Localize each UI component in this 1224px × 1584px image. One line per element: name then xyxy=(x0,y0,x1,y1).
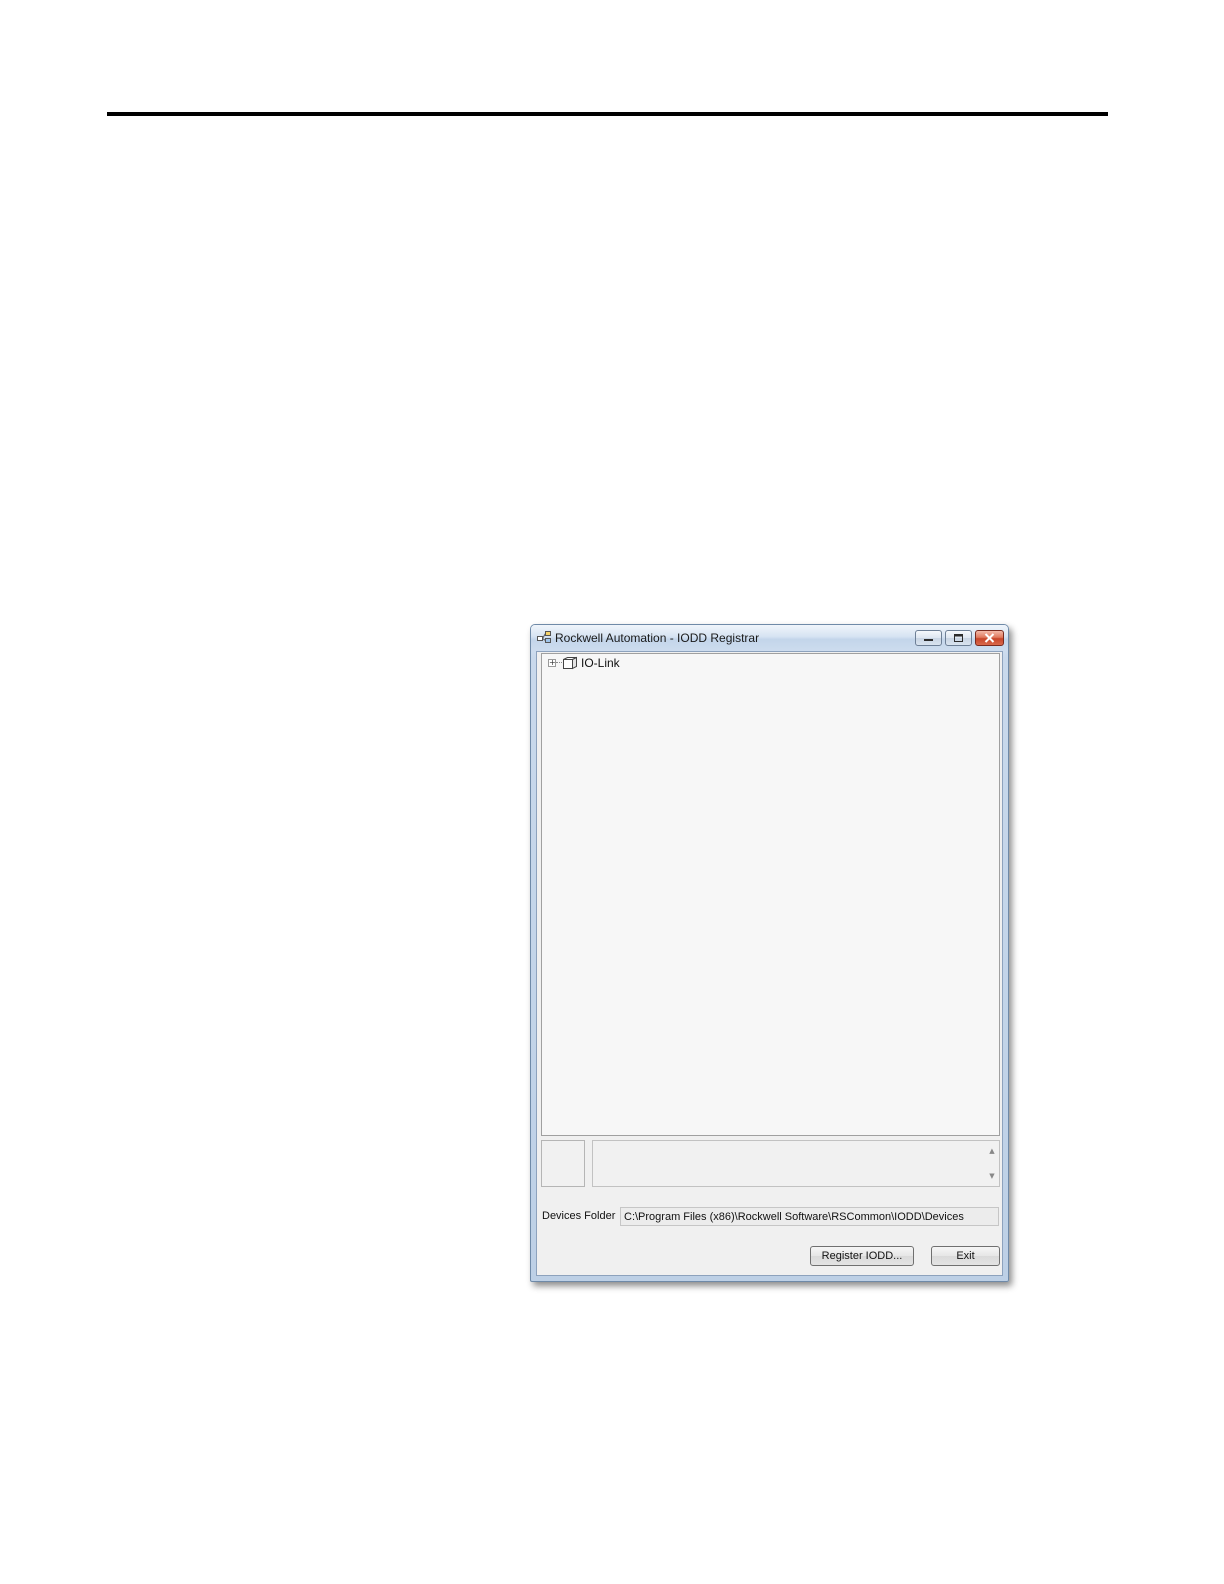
devices-folder-label: Devices Folder xyxy=(542,1210,616,1222)
scroll-up-arrow-icon[interactable]: ▲ xyxy=(988,1147,996,1155)
iodd-registrar-window: Rockwell Automation - IODD Registrar + I… xyxy=(530,624,1009,1282)
minimize-icon xyxy=(924,639,933,641)
device-description-box[interactable]: ▲ ▼ xyxy=(592,1140,1000,1187)
window-client-area: + IO-Link ▲ ▼ Devices Folder C:\Program … xyxy=(536,651,1003,1276)
window-title: Rockwell Automation - IODD Registrar xyxy=(555,631,760,645)
maximize-button[interactable] xyxy=(945,630,972,646)
scroll-down-arrow-icon[interactable]: ▼ xyxy=(988,1172,996,1180)
minimize-button[interactable] xyxy=(915,630,942,646)
title-bar[interactable]: Rockwell Automation - IODD Registrar xyxy=(531,625,1008,651)
maximize-icon xyxy=(954,634,963,642)
close-icon xyxy=(984,633,995,643)
devices-folder-path-field[interactable]: C:\Program Files (x86)\Rockwell Software… xyxy=(620,1207,999,1226)
tree-node-label: IO-Link xyxy=(581,656,620,670)
expander-symbol: + xyxy=(549,658,556,667)
iodd-tree-view[interactable]: + IO-Link xyxy=(541,653,1000,1136)
tree-expander-plus-icon[interactable]: + xyxy=(548,659,556,667)
register-iodd-button[interactable]: Register IODD... xyxy=(810,1246,914,1266)
device-image-box xyxy=(541,1140,585,1187)
app-network-icon xyxy=(537,631,551,643)
folder-icon xyxy=(563,656,577,670)
exit-button[interactable]: Exit xyxy=(931,1246,1000,1266)
page-header-rule xyxy=(107,112,1108,116)
close-button[interactable] xyxy=(975,630,1004,646)
tree-node-io-link[interactable]: + IO-Link xyxy=(548,655,620,671)
